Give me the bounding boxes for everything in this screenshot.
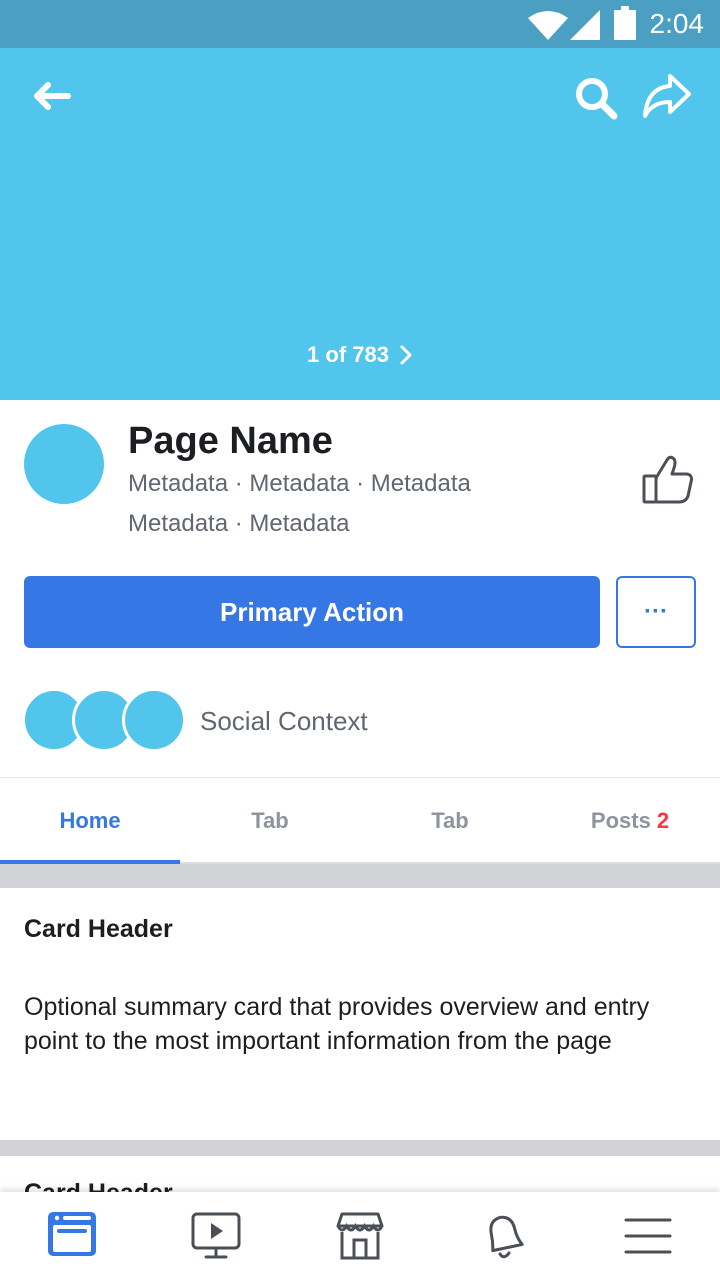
- wifi-icon: [528, 11, 568, 40]
- status-bar: 2:04: [0, 0, 720, 48]
- section-gap: [0, 1140, 720, 1156]
- tab-bar: Home Tab Tab Posts 2: [0, 778, 720, 864]
- friend-avatar: [122, 688, 186, 752]
- tab-posts[interactable]: Posts 2: [540, 778, 720, 864]
- tab-home[interactable]: Home: [0, 778, 180, 864]
- cell-signal-icon: [570, 10, 600, 40]
- page-title: Page Name: [128, 420, 333, 462]
- card-body: Optional summary card that provides over…: [24, 993, 650, 1055]
- status-time: 2:04: [649, 8, 705, 39]
- posts-badge: 2: [656, 808, 670, 833]
- card-header: Card Header: [24, 915, 173, 943]
- tab-label: Home: [59, 808, 121, 833]
- more-options-button[interactable]: ···: [616, 576, 696, 648]
- bottom-nav: [0, 1192, 720, 1280]
- social-context-text[interactable]: Social Context: [200, 704, 368, 738]
- tab-label: Tab: [251, 808, 289, 833]
- section-gap: [0, 864, 720, 888]
- share-icon[interactable]: [642, 72, 692, 120]
- notifications-icon[interactable]: [476, 1208, 532, 1264]
- tab-2[interactable]: Tab: [180, 778, 360, 864]
- page-metadata-line-2: Metadata · Metadata: [128, 510, 350, 537]
- chevron-right-icon: [400, 345, 412, 365]
- video-icon[interactable]: [188, 1208, 244, 1264]
- news-feed-icon[interactable]: [44, 1208, 100, 1264]
- primary-action-button[interactable]: Primary Action: [24, 576, 600, 648]
- back-arrow-icon[interactable]: [32, 80, 72, 112]
- marketplace-icon[interactable]: [332, 1208, 388, 1264]
- photo-counter-text: 1 of 783: [307, 342, 389, 368]
- battery-icon: [614, 6, 636, 40]
- menu-icon[interactable]: [620, 1208, 676, 1264]
- tab-label: Posts: [590, 808, 651, 833]
- page-metadata-line-1: Metadata · Metadata · Metadata: [128, 470, 471, 497]
- cover-photo[interactable]: 1 of 783: [0, 48, 720, 400]
- tab-3[interactable]: Tab: [360, 778, 540, 864]
- page-avatar[interactable]: [24, 424, 104, 504]
- tab-label: Tab: [431, 808, 469, 833]
- search-icon[interactable]: [574, 76, 618, 120]
- thumbs-up-icon[interactable]: [640, 454, 696, 506]
- photo-counter[interactable]: 1 of 783: [0, 338, 720, 371]
